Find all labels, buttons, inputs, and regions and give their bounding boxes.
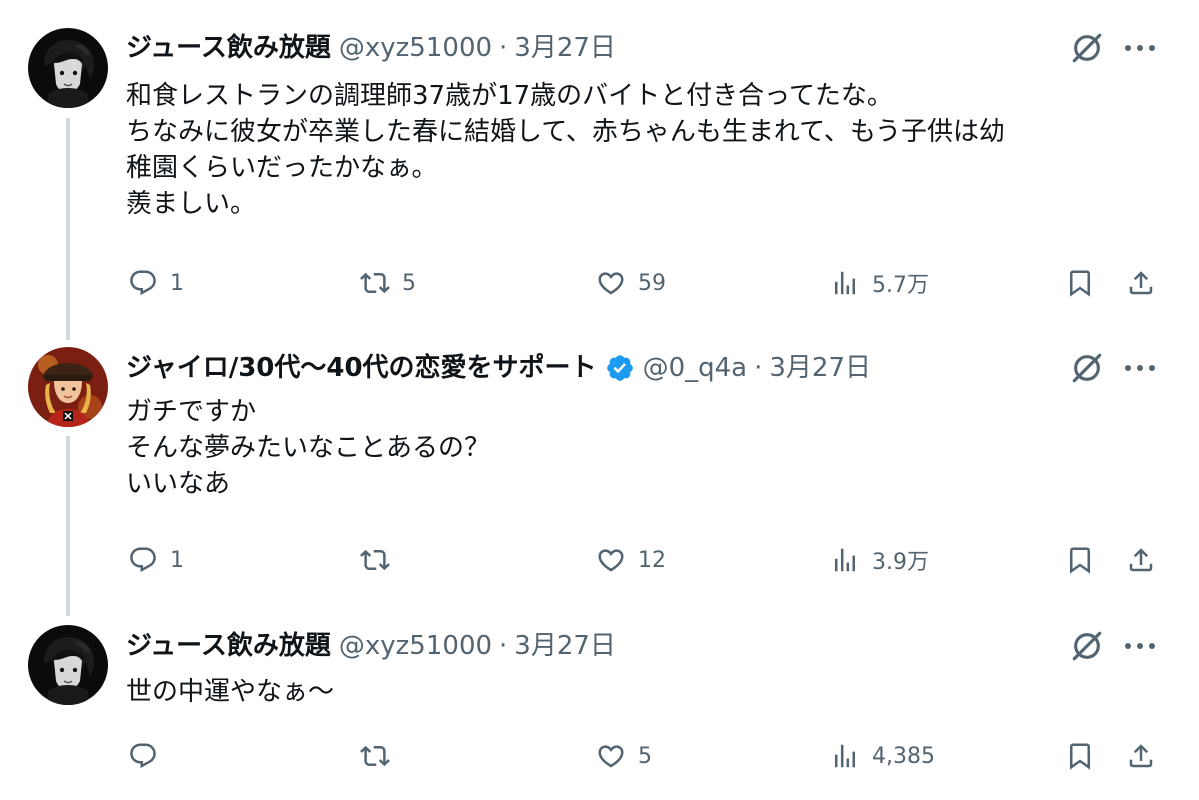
share-icon	[1126, 268, 1156, 298]
reply-button[interactable]	[128, 736, 170, 776]
reply-icon	[128, 545, 158, 575]
text-line: 和食レストランの調理師37歳が17歳のバイトと付き合ってたな。	[126, 81, 893, 111]
reply-button[interactable]: 1	[128, 540, 184, 580]
reply-icon	[128, 268, 158, 298]
reply-button[interactable]: 1	[128, 263, 184, 303]
display-name[interactable]: ジャイロ/30代〜40代の恋愛をサポート	[126, 348, 597, 388]
grok-icon[interactable]	[1070, 629, 1104, 663]
bookmark-icon	[1065, 741, 1095, 771]
reply-count: 1	[170, 547, 184, 573]
tweet-text: 和食レストランの調理師37歳が17歳のバイトと付き合ってたな。 ちなみに彼女が卒…	[126, 78, 1166, 222]
views-count: 5.7万	[872, 273, 929, 298]
tweet-date[interactable]: 3月27日	[514, 28, 616, 68]
more-icon[interactable]	[1124, 642, 1156, 650]
tweet-header: ジャイロ/30代〜40代の恋愛をサポート @0_q4a · 3月27日	[126, 348, 871, 388]
separator-dot: ·	[754, 353, 763, 383]
reply-icon	[128, 741, 158, 771]
text-line: そんな夢みたいなことあるの？	[126, 433, 491, 463]
text-line: ガチですか	[126, 397, 257, 427]
like-icon	[596, 741, 626, 771]
action-bar: 5 4,385	[0, 736, 1199, 776]
views-button[interactable]: 3.9万	[830, 540, 929, 580]
like-count: 5	[638, 743, 652, 769]
retweet-button[interactable]	[360, 736, 402, 776]
verified-badge-icon	[605, 353, 635, 383]
separator-dot: ·	[499, 631, 508, 661]
share-button[interactable]	[1126, 263, 1156, 303]
retweet-count: 5	[402, 270, 416, 296]
more-icon[interactable]	[1124, 364, 1156, 372]
action-bar: 1 12 3.9万	[0, 540, 1199, 580]
action-bar: 1 5 59 5.7万	[0, 263, 1199, 303]
share-button[interactable]	[1126, 540, 1156, 580]
display-name[interactable]: ジュース飲み放題	[126, 626, 331, 666]
thread-line	[66, 436, 70, 616]
display-name[interactable]: ジュース飲み放題	[126, 28, 331, 68]
text-line: 羨ましい。	[126, 189, 257, 219]
bookmark-button[interactable]	[1065, 263, 1095, 303]
reply-count: 1	[170, 270, 184, 296]
share-icon	[1126, 741, 1156, 771]
tweet-date[interactable]: 3月27日	[514, 626, 616, 666]
grok-icon[interactable]	[1070, 351, 1104, 385]
avatar[interactable]	[28, 625, 108, 705]
more-icon[interactable]	[1124, 44, 1156, 52]
tweet-text: 世の中運やなぁ〜	[126, 674, 1166, 710]
user-handle[interactable]: @0_q4a	[643, 348, 748, 388]
views-count: 3.9万	[872, 550, 929, 575]
views-button[interactable]: 4,385	[830, 736, 935, 776]
like-button[interactable]: 12	[596, 540, 666, 580]
tweet-header: ジュース飲み放題 @xyz51000 · 3月27日	[126, 28, 616, 68]
tweet-text: ガチですか そんな夢みたいなことあるの？ いいなあ	[126, 394, 1166, 502]
bookmark-button[interactable]	[1065, 736, 1095, 776]
avatar[interactable]	[28, 28, 108, 108]
views-icon	[830, 545, 860, 575]
like-icon	[596, 545, 626, 575]
bookmark-icon	[1065, 545, 1095, 575]
retweet-icon	[360, 545, 390, 575]
grok-icon[interactable]	[1070, 31, 1104, 65]
text-line: いいなあ	[126, 469, 231, 499]
views-icon	[830, 268, 860, 298]
bookmark-icon	[1065, 268, 1095, 298]
retweet-button[interactable]: 5	[360, 263, 416, 303]
like-count: 59	[638, 270, 666, 296]
share-icon	[1126, 545, 1156, 575]
thread-line	[66, 118, 70, 340]
user-handle[interactable]: @xyz51000	[339, 626, 492, 666]
like-icon	[596, 268, 626, 298]
like-count: 12	[638, 547, 666, 573]
retweet-icon	[360, 741, 390, 771]
tweet-header: ジュース飲み放題 @xyz51000 · 3月27日	[126, 626, 616, 666]
like-button[interactable]: 59	[596, 263, 666, 303]
user-handle[interactable]: @xyz51000	[339, 28, 492, 68]
views-count: 4,385	[872, 743, 935, 769]
retweet-button[interactable]	[360, 540, 402, 580]
tweet-date[interactable]: 3月27日	[769, 348, 871, 388]
retweet-icon	[360, 268, 390, 298]
share-button[interactable]	[1126, 736, 1156, 776]
like-button[interactable]: 5	[596, 736, 652, 776]
views-icon	[830, 741, 860, 771]
text-line: 稚園くらいだったかなぁ。	[126, 153, 438, 183]
bookmark-button[interactable]	[1065, 540, 1095, 580]
views-button[interactable]: 5.7万	[830, 263, 929, 303]
text-line: 世の中運やなぁ〜	[126, 677, 335, 707]
separator-dot: ·	[499, 33, 508, 63]
text-line: ちなみに彼女が卒業した春に結婚して、赤ちゃんも生まれて、もう子供は幼	[126, 117, 1006, 147]
avatar[interactable]	[28, 347, 108, 427]
